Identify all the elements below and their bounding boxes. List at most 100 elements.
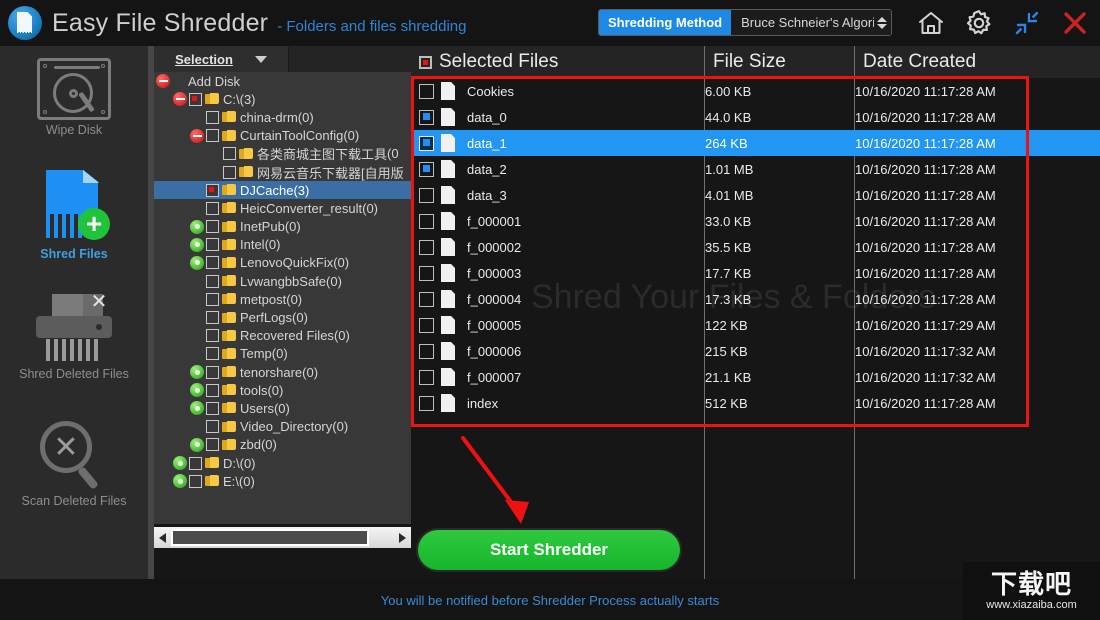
expand-icon[interactable] — [190, 237, 204, 252]
file-row-checkbox[interactable] — [419, 317, 434, 333]
tree-item-checkbox[interactable] — [206, 183, 219, 197]
shredding-method-select[interactable]: Bruce Schneier's Algoritl — [731, 10, 892, 35]
home-icon[interactable] — [914, 6, 948, 40]
tree-item[interactable]: metpost (0) — [154, 290, 411, 308]
tree-item-checkbox[interactable] — [206, 110, 219, 124]
column-header-file-size[interactable]: File Size — [705, 46, 855, 78]
tree-horizontal-scrollbar[interactable] — [154, 527, 411, 548]
file-row-checkbox[interactable] — [419, 239, 434, 255]
sidebar-item-scan-deleted-files[interactable]: ✕ Scan Deleted Files — [0, 421, 148, 508]
tree-item[interactable]: E:\ (0) — [154, 472, 411, 490]
sidebar-item-wipe-disk[interactable]: Wipe Disk — [0, 58, 148, 137]
shredding-method-control[interactable]: Shredding Method Bruce Schneier's Algori… — [598, 9, 893, 36]
restore-down-icon[interactable] — [1010, 6, 1044, 40]
file-row[interactable]: f_000007 21.1 KB 10/16/2020 11:17:32 AM — [411, 364, 1100, 390]
collapse-icon[interactable] — [173, 92, 187, 107]
file-row[interactable]: f_000003 17.7 KB 10/16/2020 11:17:28 AM — [411, 260, 1100, 286]
file-row-checkbox[interactable] — [419, 213, 434, 229]
tree-item[interactable]: D:\ (0) — [154, 454, 411, 472]
file-row[interactable]: f_000002 35.5 KB 10/16/2020 11:17:28 AM — [411, 234, 1100, 260]
tree-item[interactable]: Intel (0) — [154, 236, 411, 254]
file-row[interactable]: f_000005 122 KB 10/16/2020 11:17:29 AM — [411, 312, 1100, 338]
scrollbar-track[interactable] — [171, 529, 394, 546]
file-row-checkbox[interactable] — [419, 395, 434, 411]
tree-item[interactable]: 各类商城主图下载工具 (0 — [154, 145, 411, 163]
tree-item-checkbox[interactable] — [206, 438, 219, 452]
tree-item[interactable]: InetPub (0) — [154, 218, 411, 236]
file-row-checkbox[interactable] — [419, 135, 434, 151]
select-all-checkbox[interactable] — [419, 55, 432, 69]
tree-item-checkbox[interactable] — [223, 165, 236, 179]
file-row[interactable]: data_3 4.01 MB 10/16/2020 11:17:28 AM — [411, 182, 1100, 208]
tree-item-checkbox[interactable] — [206, 292, 219, 306]
file-row-checkbox[interactable] — [419, 187, 434, 203]
tree-item[interactable]: Users (0) — [154, 399, 411, 417]
start-shredder-button[interactable]: Start Shredder — [418, 530, 680, 570]
collapse-icon[interactable] — [156, 74, 170, 89]
triangle-right-icon[interactable] — [394, 528, 411, 547]
tree-item[interactable]: 网易云音乐下载器[自用版 — [154, 163, 411, 181]
tree-item-checkbox[interactable] — [206, 201, 219, 215]
tree-item[interactable]: Recovered Files (0) — [154, 327, 411, 345]
column-header-selected-files[interactable]: Selected Files — [411, 46, 705, 78]
tree-item[interactable]: Video_Directory (0) — [154, 418, 411, 436]
close-icon[interactable] — [1058, 6, 1092, 40]
tree-item[interactable]: CurtainToolConfig (0) — [154, 127, 411, 145]
file-row[interactable]: index 512 KB 10/16/2020 11:17:28 AM — [411, 390, 1100, 416]
tree-item[interactable]: HeicConverter_result (0) — [154, 199, 411, 217]
expand-icon[interactable] — [190, 437, 204, 452]
tree-item[interactable]: Temp (0) — [154, 345, 411, 363]
expand-icon[interactable] — [173, 456, 187, 471]
tree-item-checkbox[interactable] — [189, 456, 202, 470]
file-row[interactable]: f_000004 17.3 KB 10/16/2020 11:17:28 AM — [411, 286, 1100, 312]
folder-tree[interactable]: Add Disk C:\ (3) china-drm (0) CurtainToolC… — [154, 72, 411, 524]
file-row[interactable]: data_2 1.01 MB 10/16/2020 11:17:28 AM — [411, 156, 1100, 182]
chevron-down-icon[interactable] — [254, 55, 267, 63]
tree-item-checkbox[interactable] — [206, 238, 219, 252]
file-row-checkbox[interactable] — [419, 265, 434, 281]
tree-item-checkbox[interactable] — [189, 92, 202, 106]
tree-item[interactable]: LenovoQuickFix (0) — [154, 254, 411, 272]
expand-icon[interactable] — [190, 255, 204, 270]
tree-item[interactable]: LvwangbbSafe (0) — [154, 272, 411, 290]
sidebar-item-shred-deleted-files[interactable]: ✕ Shred Deleted Files — [0, 292, 148, 381]
column-header-date-created[interactable]: Date Created — [855, 46, 1100, 78]
tree-item[interactable]: china-drm (0) — [154, 108, 411, 126]
tree-item[interactable]: C:\ (3) — [154, 90, 411, 108]
expand-icon[interactable] — [190, 383, 204, 398]
tree-item-checkbox[interactable] — [189, 474, 202, 488]
tree-item-checkbox[interactable] — [206, 401, 219, 415]
tree-item-checkbox[interactable] — [223, 147, 236, 161]
tree-item[interactable]: tenorshare (0) — [154, 363, 411, 381]
scrollbar-thumb[interactable] — [171, 529, 369, 546]
sidebar-item-shred-files[interactable]: + Shred Files — [0, 170, 148, 261]
file-row[interactable]: data_1 264 KB 10/16/2020 11:17:28 AM — [411, 130, 1100, 156]
tree-item[interactable]: DJCache (3) — [154, 181, 411, 200]
expand-icon[interactable] — [173, 474, 187, 489]
tree-item[interactable]: tools (0) — [154, 381, 411, 399]
tree-item-checkbox[interactable] — [206, 311, 219, 325]
tree-item-checkbox[interactable] — [206, 383, 219, 397]
tree-item-checkbox[interactable] — [206, 329, 219, 343]
tree-item[interactable]: PerfLogs (0) — [154, 308, 411, 326]
expand-icon[interactable] — [190, 365, 204, 380]
file-row-checkbox[interactable] — [419, 291, 434, 307]
file-row-checkbox[interactable] — [419, 343, 434, 359]
triangle-left-icon[interactable] — [154, 528, 171, 547]
tree-item-checkbox[interactable] — [206, 365, 219, 379]
expand-icon[interactable] — [190, 219, 204, 234]
file-row-checkbox[interactable] — [419, 161, 434, 177]
tree-item[interactable]: Add Disk — [154, 72, 411, 90]
file-row-checkbox[interactable] — [419, 83, 434, 99]
tree-item[interactable]: zbd (0) — [154, 436, 411, 454]
tree-item-checkbox[interactable] — [206, 274, 219, 288]
gear-icon[interactable] — [962, 6, 996, 40]
file-row[interactable]: f_000006 215 KB 10/16/2020 11:17:32 AM — [411, 338, 1100, 364]
file-row-checkbox[interactable] — [419, 109, 434, 125]
file-row[interactable]: data_0 44.0 KB 10/16/2020 11:17:28 AM — [411, 104, 1100, 130]
file-row[interactable]: f_000001 33.0 KB 10/16/2020 11:17:28 AM — [411, 208, 1100, 234]
expand-icon[interactable] — [190, 401, 204, 416]
spinner-arrows-icon[interactable] — [877, 16, 888, 29]
tree-item-checkbox[interactable] — [206, 220, 219, 234]
file-row-checkbox[interactable] — [419, 369, 434, 385]
